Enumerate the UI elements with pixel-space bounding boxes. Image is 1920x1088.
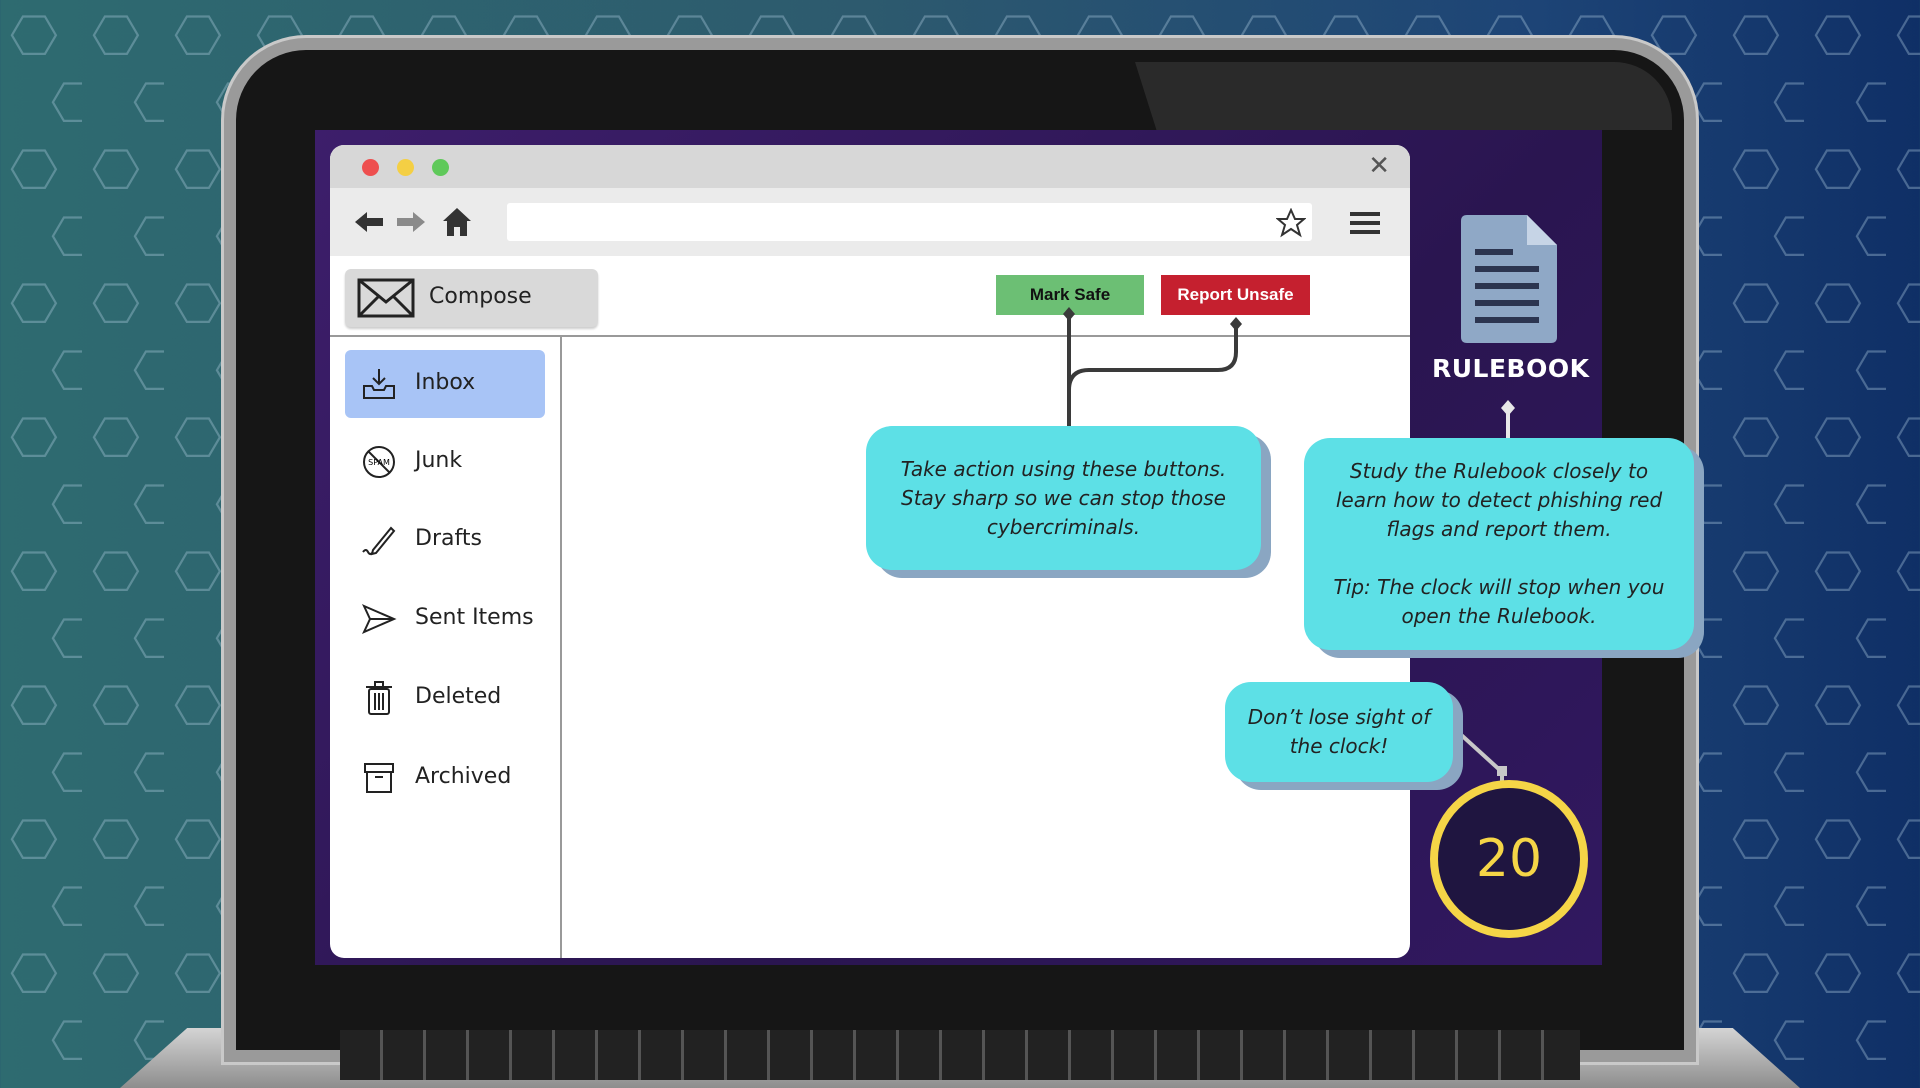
folder-deleted[interactable]: Deleted [345, 664, 545, 732]
browser-toolbar [330, 188, 1410, 256]
rulebook-tip-text: Study the Rulebook closely to learn how … [1335, 459, 1663, 541]
title-bar: ✕ [330, 145, 1410, 188]
envelope-icon [357, 278, 415, 318]
clock-value: 20 [1475, 829, 1543, 889]
send-icon [361, 604, 397, 634]
folder-label: Archived [415, 764, 512, 789]
spam-icon-text: SPAM [368, 458, 390, 467]
laptop-keyboard [340, 1030, 1580, 1080]
spam-icon: SPAM [363, 446, 395, 478]
menu-icon[interactable] [1350, 210, 1380, 236]
rulebook-document-icon[interactable] [1461, 215, 1557, 343]
folder-drafts[interactable]: Drafts [345, 506, 545, 574]
folder-junk[interactable]: SPAM Junk [345, 428, 545, 496]
mark-safe-button[interactable]: Mark Safe [996, 275, 1144, 315]
pen-icon [362, 526, 396, 556]
clock-tip-bubble: Don’t lose sight of the clock! [1225, 682, 1453, 782]
rulebook-tip-bubble: Study the Rulebook closely to learn how … [1304, 438, 1694, 650]
folder-label: Sent Items [415, 605, 534, 630]
report-unsafe-button[interactable]: Report Unsafe [1161, 275, 1310, 315]
home-icon[interactable] [442, 204, 472, 240]
close-dot[interactable] [362, 159, 379, 176]
inbox-icon [363, 369, 395, 399]
compose-label: Compose [429, 284, 532, 309]
close-window-icon[interactable]: ✕ [1368, 153, 1390, 179]
archive-icon [364, 763, 394, 793]
folder-label: Inbox [415, 370, 476, 395]
clock-stop-tip-text: Tip: The clock will stop when you open t… [1333, 575, 1665, 628]
clock-tip-text: Don’t lose sight of the clock! [1247, 705, 1431, 758]
countdown-clock: 20 [1430, 780, 1588, 938]
mail-action-bar: Compose Mark Safe Report Unsafe [330, 256, 1410, 337]
url-bar[interactable] [507, 203, 1312, 241]
rulebook-title[interactable]: RULEBOOK [1432, 354, 1589, 383]
folder-label: Junk [415, 448, 463, 473]
trash-icon [366, 681, 392, 715]
buttons-tip-bubble: Take action using these buttons. Stay sh… [866, 426, 1261, 570]
folder-label: Drafts [415, 526, 482, 551]
bookmark-star-icon[interactable] [1276, 208, 1306, 238]
buttons-tip-text: Take action using these buttons. Stay sh… [900, 456, 1227, 539]
forward-arrow-icon[interactable] [395, 204, 425, 240]
compose-button[interactable]: Compose [345, 269, 598, 327]
maximize-dot[interactable] [432, 159, 449, 176]
minimize-dot[interactable] [397, 159, 414, 176]
folder-inbox[interactable]: Inbox [345, 350, 545, 418]
folder-label: Deleted [415, 684, 502, 709]
folder-archived[interactable]: Archived [345, 744, 545, 812]
folder-sent-items[interactable]: Sent Items [345, 585, 545, 653]
bezel-glare [1135, 62, 1672, 130]
folder-sidebar: Inbox SPAM Junk Drafts Sent Items Delete… [330, 337, 562, 958]
back-arrow-icon[interactable] [355, 204, 385, 240]
